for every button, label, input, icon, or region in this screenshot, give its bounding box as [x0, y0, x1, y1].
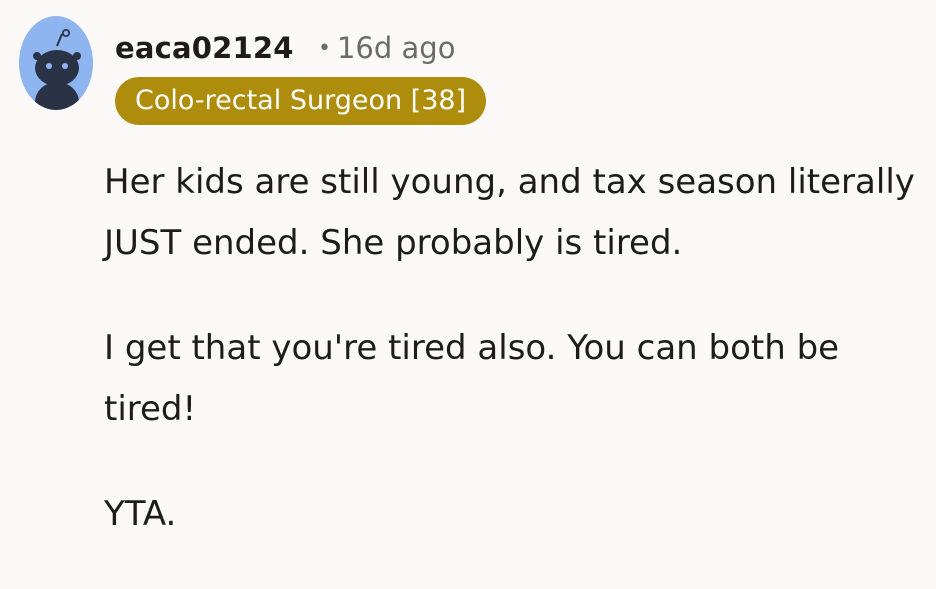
separator-dot: • [318, 36, 331, 61]
comment-meta: • 16d ago [318, 30, 455, 67]
comment-body: Her kids are still young, and tax season… [104, 152, 924, 589]
snoo-avatar-icon [33, 29, 81, 110]
timestamp[interactable]: 16d ago [337, 31, 455, 65]
comment-paragraph: YTA. [104, 494, 177, 534]
username-link[interactable]: eaca02124 [115, 30, 294, 66]
avatar[interactable] [19, 16, 93, 110]
comment-paragraph: I get that you're tired also. You can bo… [104, 328, 840, 429]
user-flair-badge: Colo-rectal Surgeon [38] [115, 77, 487, 125]
comment: eaca02124 • 16d ago Colo-rectal Surgeon [… [0, 0, 936, 550]
comment-paragraph: Her kids are still young, and tax season… [104, 162, 915, 263]
